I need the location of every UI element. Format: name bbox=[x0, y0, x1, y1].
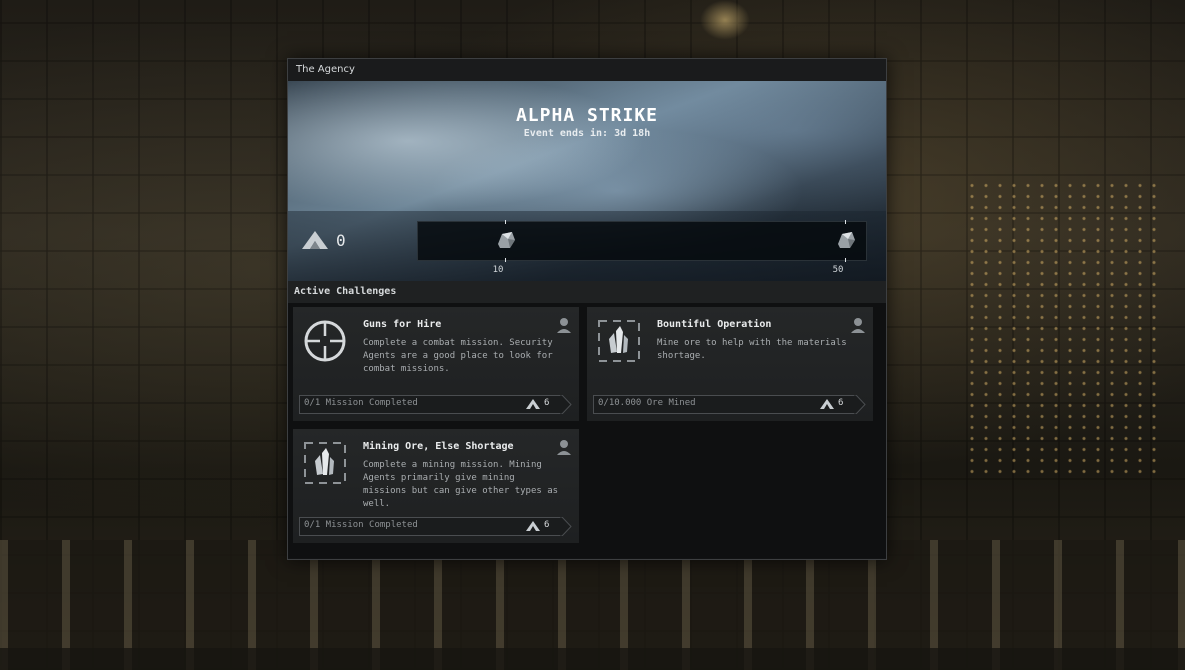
challenge-description: Complete a combat mission. Security Agen… bbox=[363, 338, 553, 374]
progress-track bbox=[417, 220, 867, 262]
window-title[interactable]: The Agency bbox=[288, 59, 886, 81]
event-title: ALPHA STRIKE bbox=[515, 105, 659, 126]
chevron-right-icon bbox=[854, 395, 866, 414]
agent-icon[interactable] bbox=[851, 317, 865, 333]
challenge-list: Guns for Hire Complete a combat mission.… bbox=[288, 303, 886, 558]
crosshair-icon bbox=[304, 320, 346, 362]
challenge-progress-text: 0/10.000 Ore Mined bbox=[598, 398, 696, 408]
challenge-description: Complete a mining mission. Mining Agents… bbox=[363, 460, 559, 509]
challenge-card[interactable]: Guns for Hire Complete a combat mission.… bbox=[293, 307, 579, 421]
challenge-reward: 6 bbox=[544, 520, 550, 530]
event-timer: Event ends in: 3d 18h bbox=[523, 128, 651, 139]
challenge-progress-text: 0/1 Mission Completed bbox=[304, 520, 418, 530]
agent-icon[interactable] bbox=[557, 439, 571, 455]
chevron-right-icon bbox=[560, 395, 572, 414]
station-lights bbox=[965, 180, 1165, 480]
challenge-reward: 6 bbox=[544, 398, 550, 408]
challenge-title: Bountiful Operation bbox=[657, 319, 772, 330]
station-floor-edge bbox=[0, 648, 1185, 670]
ore-crystal-icon bbox=[598, 320, 640, 362]
milestone-reward-1[interactable] bbox=[494, 220, 518, 262]
alpha-points-icon bbox=[302, 231, 328, 249]
milestone-label: 50 bbox=[832, 265, 844, 275]
challenge-reward: 6 bbox=[838, 398, 844, 408]
challenge-progress-bar: 0/10.000 Ore Mined 6 bbox=[593, 395, 866, 414]
agent-icon[interactable] bbox=[557, 317, 571, 333]
points-value: 0 bbox=[336, 231, 346, 250]
milestone-reward-2[interactable] bbox=[834, 220, 858, 262]
challenge-card[interactable]: Mining Ore, Else Shortage Complete a min… bbox=[293, 429, 579, 543]
challenge-progress-text: 0/1 Mission Completed bbox=[304, 398, 418, 408]
ore-crate-icon bbox=[838, 232, 855, 248]
challenge-title: Mining Ore, Else Shortage bbox=[363, 441, 514, 452]
ore-crate-icon bbox=[498, 232, 515, 248]
event-progress: 0 10 50 bbox=[288, 211, 886, 281]
alpha-points-icon bbox=[526, 521, 540, 531]
event-banner: ALPHA STRIKE Event ends in: 3d 18h 0 10 … bbox=[288, 81, 886, 281]
challenge-card[interactable]: Bountiful Operation Mine ore to help wit… bbox=[587, 307, 873, 421]
alpha-points-icon bbox=[526, 399, 540, 409]
challenge-progress-bar: 0/1 Mission Completed 6 bbox=[299, 395, 572, 414]
alpha-points-icon bbox=[820, 399, 834, 409]
station-glow bbox=[700, 0, 750, 40]
challenge-progress-bar: 0/1 Mission Completed 6 bbox=[299, 517, 572, 536]
ore-crystal-icon bbox=[304, 442, 346, 484]
challenge-title: Guns for Hire bbox=[363, 319, 442, 330]
challenge-description: Mine ore to help with the materials shor… bbox=[657, 338, 847, 361]
agency-window: The Agency ALPHA STRIKE Event ends in: 3… bbox=[287, 58, 887, 560]
active-challenges-header: Active Challenges bbox=[288, 281, 886, 303]
milestone-label: 10 bbox=[492, 265, 504, 275]
chevron-right-icon bbox=[560, 517, 572, 536]
